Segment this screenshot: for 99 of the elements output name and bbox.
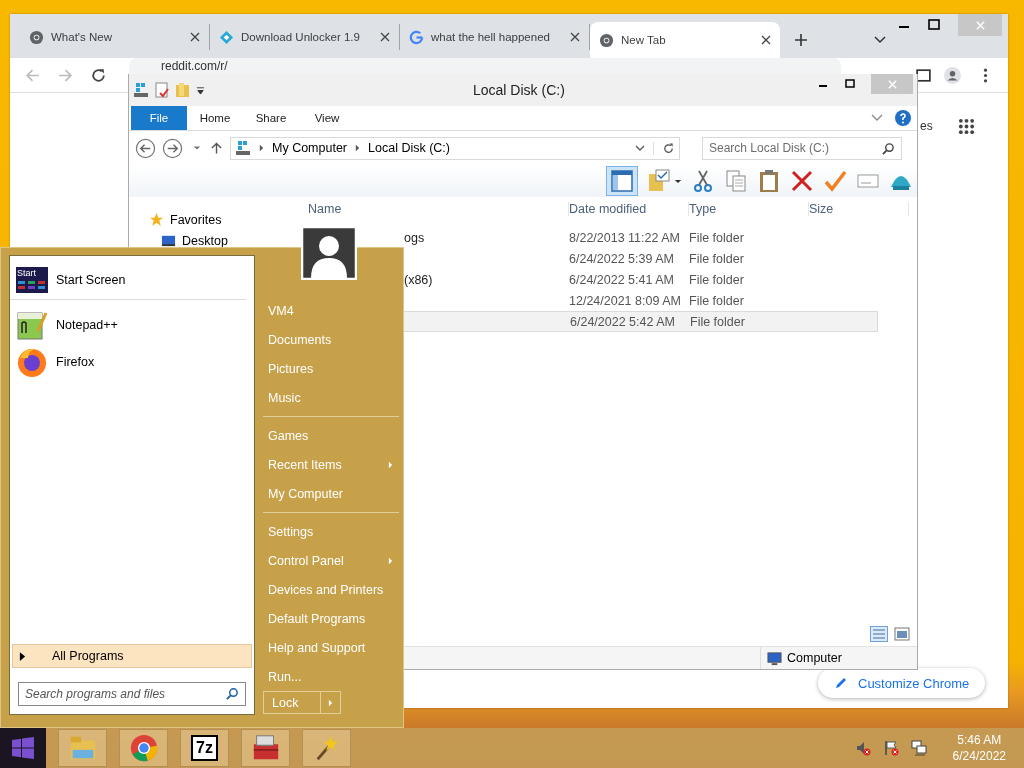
computer-icon[interactable] [133,82,149,98]
up-arrow-icon[interactable] [211,141,222,155]
archiver-icon: 7z [191,735,218,761]
forward-icon[interactable] [162,137,183,159]
taskbar-app[interactable] [241,729,290,767]
search-field[interactable]: Search programs and files [18,682,246,706]
maximize-icon[interactable] [844,78,856,90]
scissors-icon[interactable] [691,169,715,193]
address-bar[interactable]: reddit.com/r/ [129,58,841,74]
large-icons-view-icon[interactable] [893,626,911,642]
table-cell-text: File folder [690,314,746,329]
ribbon-tab[interactable]: File [131,106,187,130]
program-item[interactable]: Notepad++ [10,306,254,343]
computer-icon [235,140,251,156]
icon-label: Start [17,268,37,278]
browser-tab[interactable]: Download Unlocker 1.9 [210,24,400,50]
pencil-icon [834,676,848,690]
search-icon[interactable] [882,141,895,155]
table-cell-text: File folder [689,272,745,287]
address-bar[interactable]: My Computer Local Disk (C:) [230,136,680,160]
google-icon [409,29,424,45]
monitor-icon [161,233,176,248]
status-text: Computer [787,651,842,665]
back-icon[interactable] [135,137,156,159]
taskbar-app[interactable] [119,729,168,767]
help-icon[interactable] [895,110,911,126]
file-name: ogs [404,230,425,245]
table-cell-text: File folder [689,293,745,308]
delete-icon[interactable] [790,169,814,193]
table-cell-text: 8/22/2013 11:22 AM [569,230,681,245]
table-cell-text: 6/24/2022 5:42 AM [570,314,676,329]
preview-pane-button[interactable] [606,166,638,196]
window-icon[interactable] [915,66,932,84]
close-icon[interactable] [570,32,580,42]
tiles-icon [17,280,47,290]
star-icon [149,212,164,227]
dropdown-icon[interactable] [674,178,682,184]
windows-logo [11,736,35,760]
column-header[interactable]: Type [689,202,809,216]
chrome-icon [29,29,44,45]
user-avatar-icon[interactable] [301,226,357,280]
program-item[interactable]: Start Start Screen [10,261,246,300]
caret-icon [388,460,393,469]
reload-icon[interactable] [90,66,107,84]
chevron-down-icon[interactable] [635,145,645,151]
dropdown-icon[interactable] [196,85,205,95]
table-cell-text: 6/24/2022 5:39 AM [569,251,675,266]
properties-icon[interactable] [154,82,170,98]
checkmark-icon[interactable] [823,169,847,193]
page-text: es [920,119,933,133]
pane-icon [610,169,634,193]
apps-grid-icon[interactable] [958,118,975,135]
close-icon[interactable] [380,32,390,42]
navigation-item[interactable]: Desktop [129,230,299,251]
taskbar-app[interactable]: 7z [180,729,229,767]
plus-icon[interactable] [794,33,808,47]
close-icon[interactable] [190,32,200,42]
search-icon[interactable] [226,687,239,700]
close-icon [974,19,986,31]
folder-check-icon[interactable] [647,169,671,193]
clipboard-icon[interactable] [757,169,781,193]
caret-icon [328,698,333,707]
table-cell-text: 12/24/2021 8:09 AM [569,293,682,308]
column-header[interactable]: Date modified [569,202,689,216]
chrome-icon [128,733,159,763]
navigation-item[interactable]: Favorites [129,209,299,230]
refresh-icon[interactable] [653,141,675,155]
ribbon-tab[interactable]: Share [243,106,299,130]
chevron-right-icon[interactable] [259,144,264,152]
browser-tab[interactable]: What's New [20,24,210,50]
column-header[interactable]: Size [809,202,909,216]
network-icon[interactable] [910,740,927,756]
ribbon-tab[interactable]: View [299,106,355,130]
maximize-icon[interactable] [928,19,940,31]
browser-tab[interactable]: New Tab [590,22,780,58]
flag-icon[interactable] [882,740,899,756]
table-cell-text: 6/24/2022 5:41 AM [569,272,675,287]
chrome-icon [599,32,614,48]
diamond-icon [219,29,234,45]
start-button[interactable] [0,728,46,768]
column-header[interactable]: Name [308,202,569,216]
close-icon[interactable] [761,35,771,45]
program-item[interactable]: Firefox [10,343,254,380]
window-title: Local Disk (C:) [473,82,565,98]
table-cell-text: File folder [689,230,745,245]
computer-icon [767,650,782,666]
chevron-down-icon[interactable] [874,36,886,44]
close-icon [886,78,898,90]
customize-chrome-button[interactable]: Customize Chrome [818,668,986,698]
taskbar-app[interactable] [302,729,351,767]
volume-muted-icon[interactable] [854,740,871,756]
triangle-icon [19,650,26,662]
all-programs-button[interactable]: All Programs [12,644,252,668]
table-cell-text: File folder [689,251,745,266]
chevron-right-icon[interactable] [355,144,361,152]
caret-icon [388,556,393,565]
file-name: (x86) [404,272,433,287]
profile-icon[interactable] [944,66,961,84]
ribbon-tab[interactable]: Home [187,106,243,130]
